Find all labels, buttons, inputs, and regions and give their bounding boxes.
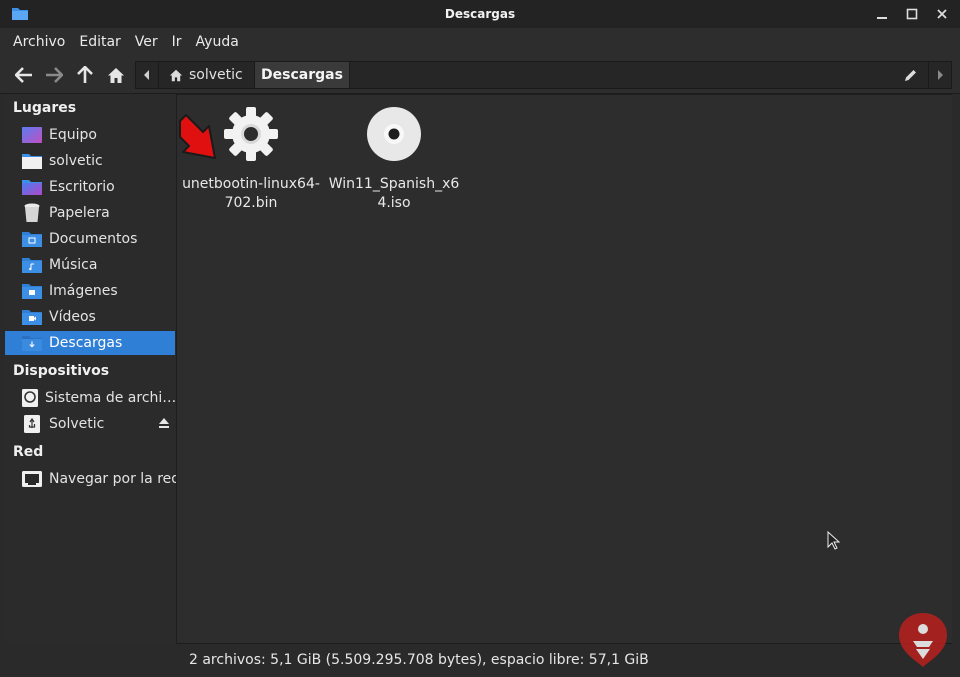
disc-icon [367, 107, 421, 161]
home-button[interactable] [103, 62, 129, 88]
arrow-right-icon [46, 67, 63, 83]
sidebar-item-navegar-red[interactable]: Navegar por la red [5, 467, 180, 491]
sidebar-item-equipo[interactable]: Equipo [5, 123, 175, 147]
sidebar-item-label: Navegar por la red [49, 471, 181, 487]
file-name: Win11_Spanish_x64.iso [328, 176, 460, 211]
minimize-button[interactable] [872, 4, 892, 24]
gear-icon [224, 107, 278, 161]
home-icon [169, 69, 183, 81]
arrow-up-icon [77, 66, 93, 83]
mouse-cursor-icon [827, 531, 841, 550]
window-title: Descargas [444, 7, 516, 21]
file-view[interactable]: unetbootin-linux64-702.bin Win11_Spanish… [176, 94, 953, 644]
sidebar-item-label: Documentos [49, 231, 138, 247]
drive-icon [22, 389, 38, 407]
sidebar-item-label: Escritorio [49, 179, 115, 195]
path-scroll-right-button[interactable] [928, 62, 951, 88]
desktop-folder-icon [22, 180, 42, 195]
menu-editar[interactable]: Editar [72, 34, 127, 50]
sidebar-item-label: Sistema de archi… [45, 390, 177, 406]
network-icon [22, 471, 42, 487]
edit-path-button[interactable] [897, 62, 923, 88]
computer-icon [22, 127, 42, 143]
path-scroll-left-button[interactable] [136, 62, 159, 88]
title-bar[interactable]: Descargas [0, 0, 960, 28]
menu-ayuda[interactable]: Ayuda [189, 34, 246, 50]
up-button[interactable] [72, 62, 98, 88]
sidebar-item-solvetic-usb[interactable]: Solvetic [5, 412, 175, 436]
sidebar-item-label: Imágenes [49, 283, 118, 299]
chevron-left-icon [144, 70, 149, 80]
sidebar-item-label: Solvetic [49, 416, 105, 432]
maximize-icon [906, 8, 918, 20]
file-item-unetbootin[interactable]: unetbootin-linux64-702.bin [181, 105, 321, 213]
sidebar-item-label: Equipo [49, 127, 97, 143]
toolbar: solvetic Descargas [0, 56, 960, 94]
usb-drive-icon [24, 415, 40, 433]
sidebar-item-descargas[interactable]: Descargas [5, 331, 175, 355]
sidebar-item-videos[interactable]: Vídeos [5, 305, 175, 329]
folder-app-icon [12, 8, 28, 20]
sidebar-item-solvetic[interactable]: solvetic [5, 149, 175, 173]
file-manager-window: Descargas Archivo Editar Ver Ir Ayuda so… [0, 0, 960, 677]
sidebar-item-papelera[interactable]: Papelera [5, 201, 175, 225]
menu-archivo[interactable]: Archivo [6, 34, 72, 50]
pictures-folder-icon [22, 284, 42, 299]
music-folder-icon [22, 258, 42, 273]
sidebar-item-label: Descargas [49, 335, 123, 351]
home-icon [108, 67, 124, 83]
close-button[interactable] [932, 4, 952, 24]
eject-icon[interactable] [157, 416, 171, 430]
section-red: Red [13, 444, 44, 460]
menu-bar: Archivo Editar Ver Ir Ayuda [0, 28, 960, 56]
status-bar: 2 archivos: 5,1 GiB (5.509.295.708 bytes… [176, 643, 952, 675]
menu-ver[interactable]: Ver [128, 34, 165, 50]
sidebar: Lugares Equipo solvetic Escritorio Papel… [5, 94, 180, 643]
downloads-folder-icon [22, 336, 42, 351]
solvetic-logo-icon [899, 613, 947, 667]
section-lugares: Lugares [13, 100, 77, 116]
trash-icon [24, 203, 40, 222]
pencil-icon [904, 69, 916, 81]
window-right-edge [952, 94, 960, 677]
breadcrumb-current[interactable]: Descargas [254, 62, 350, 88]
sidebar-item-label: Papelera [49, 205, 110, 221]
chevron-right-icon [938, 70, 943, 80]
section-dispositivos: Dispositivos [13, 363, 110, 379]
maximize-button[interactable] [902, 4, 922, 24]
path-bar: solvetic Descargas [135, 61, 952, 89]
sidebar-item-escritorio[interactable]: Escritorio [5, 175, 175, 199]
sidebar-item-imagenes[interactable]: Imágenes [5, 279, 175, 303]
back-button[interactable] [11, 62, 37, 88]
minimize-icon [877, 17, 887, 19]
videos-folder-icon [22, 310, 42, 325]
home-folder-icon [22, 154, 42, 169]
status-text: 2 archivos: 5,1 GiB (5.509.295.708 bytes… [189, 651, 649, 668]
sidebar-item-label: Vídeos [49, 309, 96, 325]
sidebar-item-sistema-archivos[interactable]: Sistema de archi… [5, 386, 177, 410]
breadcrumb-home[interactable]: solvetic [159, 62, 253, 88]
close-icon [937, 9, 947, 19]
sidebar-item-documentos[interactable]: Documentos [5, 227, 175, 251]
sidebar-item-label: solvetic [49, 153, 103, 169]
forward-button[interactable] [41, 62, 67, 88]
sidebar-item-musica[interactable]: Música [5, 253, 175, 277]
file-name: unetbootin-linux64-702.bin [182, 176, 320, 211]
arrow-left-icon [15, 67, 32, 83]
documents-folder-icon [22, 232, 42, 247]
breadcrumb-home-label: solvetic [189, 67, 243, 83]
file-item-win11-iso[interactable]: Win11_Spanish_x64.iso [324, 105, 464, 213]
sidebar-item-label: Música [49, 257, 98, 273]
menu-ir[interactable]: Ir [165, 34, 189, 50]
